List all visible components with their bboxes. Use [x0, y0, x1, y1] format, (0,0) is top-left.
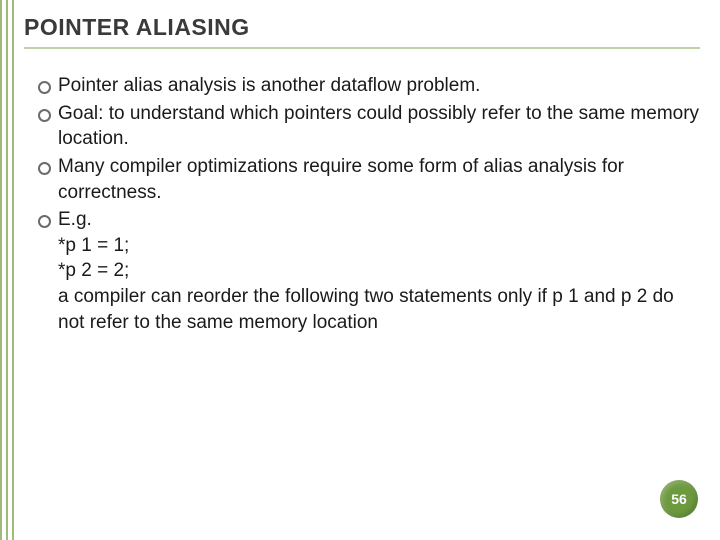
list-item: Goal: to understand which pointers could… [38, 101, 700, 152]
page-number-badge: 56 [660, 480, 698, 518]
decor-stripe [6, 0, 8, 540]
list-item: Pointer alias analysis is another datafl… [38, 73, 700, 99]
bullet-text: Pointer alias analysis is another datafl… [58, 75, 480, 96]
bullet-text: E.g. [58, 209, 92, 230]
decor-stripe [12, 0, 14, 540]
list-item: Many compiler optimizations require some… [38, 154, 700, 205]
bullet-subline: a compiler can reorder the following two… [58, 284, 700, 335]
slide-title: POINTER ALIASING [24, 14, 700, 49]
bullet-text: Goal: to understand which pointers could… [58, 103, 699, 150]
bullet-subline: *p 2 = 2; [58, 258, 700, 284]
bullet-text: Many compiler optimizations require some… [58, 156, 624, 203]
decor-stripe [0, 0, 2, 540]
page-number: 56 [671, 491, 687, 507]
bullet-subline: *p 1 = 1; [58, 233, 700, 259]
list-item: E.g. *p 1 = 1; *p 2 = 2; a compiler can … [38, 207, 700, 335]
slide-content: POINTER ALIASING Pointer alias analysis … [24, 14, 700, 337]
bullet-list: Pointer alias analysis is another datafl… [24, 73, 700, 335]
